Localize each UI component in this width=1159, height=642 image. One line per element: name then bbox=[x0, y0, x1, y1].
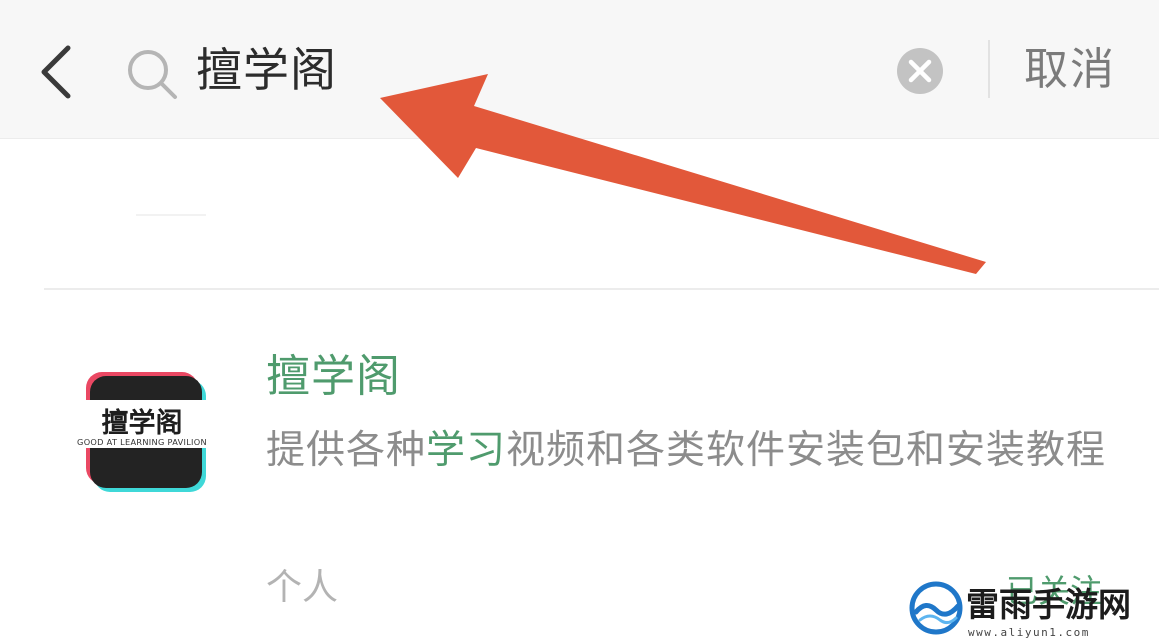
account-name[interactable]: 擅学阁 bbox=[266, 340, 401, 404]
search-icon bbox=[124, 46, 180, 102]
avatar-title: 擅学阁 bbox=[102, 407, 183, 439]
chevron-left-icon bbox=[41, 45, 71, 99]
description-text-start: 提供各种 bbox=[266, 428, 427, 473]
description-highlight: 学习 bbox=[426, 428, 507, 473]
suggestion-divider bbox=[136, 214, 206, 216]
account-description: 提供各种学习视频和各类软件安装包和安装教程 bbox=[266, 420, 1116, 482]
search-results-page: 擅学阁 取消 擅学阁 GOOD AT LEARNING PAVILION 擅学阁… bbox=[0, 0, 1159, 642]
watermark-brand: 雷雨手游网 bbox=[966, 585, 1131, 624]
watermark-url: www.aliyun1.com bbox=[968, 626, 1090, 639]
watermark-logo: 雷雨手游网 www.aliyun1.com bbox=[909, 581, 1131, 639]
clear-search-button[interactable] bbox=[896, 47, 944, 95]
back-button[interactable] bbox=[30, 42, 86, 102]
account-type-label: 个人 bbox=[266, 567, 339, 608]
clear-circle-icon bbox=[897, 48, 943, 94]
search-input[interactable]: 擅学阁 bbox=[196, 34, 337, 106]
search-bar: 擅学阁 取消 bbox=[0, 0, 1159, 139]
description-text-end: 视频和各类软件安装包和安装教程 bbox=[506, 428, 1107, 473]
avatar-subtitle: GOOD AT LEARNING PAVILION bbox=[77, 437, 207, 447]
account-avatar: 擅学阁 GOOD AT LEARNING PAVILION bbox=[56, 372, 228, 492]
cancel-button[interactable]: 取消 bbox=[1024, 34, 1116, 106]
header-divider bbox=[988, 40, 990, 98]
